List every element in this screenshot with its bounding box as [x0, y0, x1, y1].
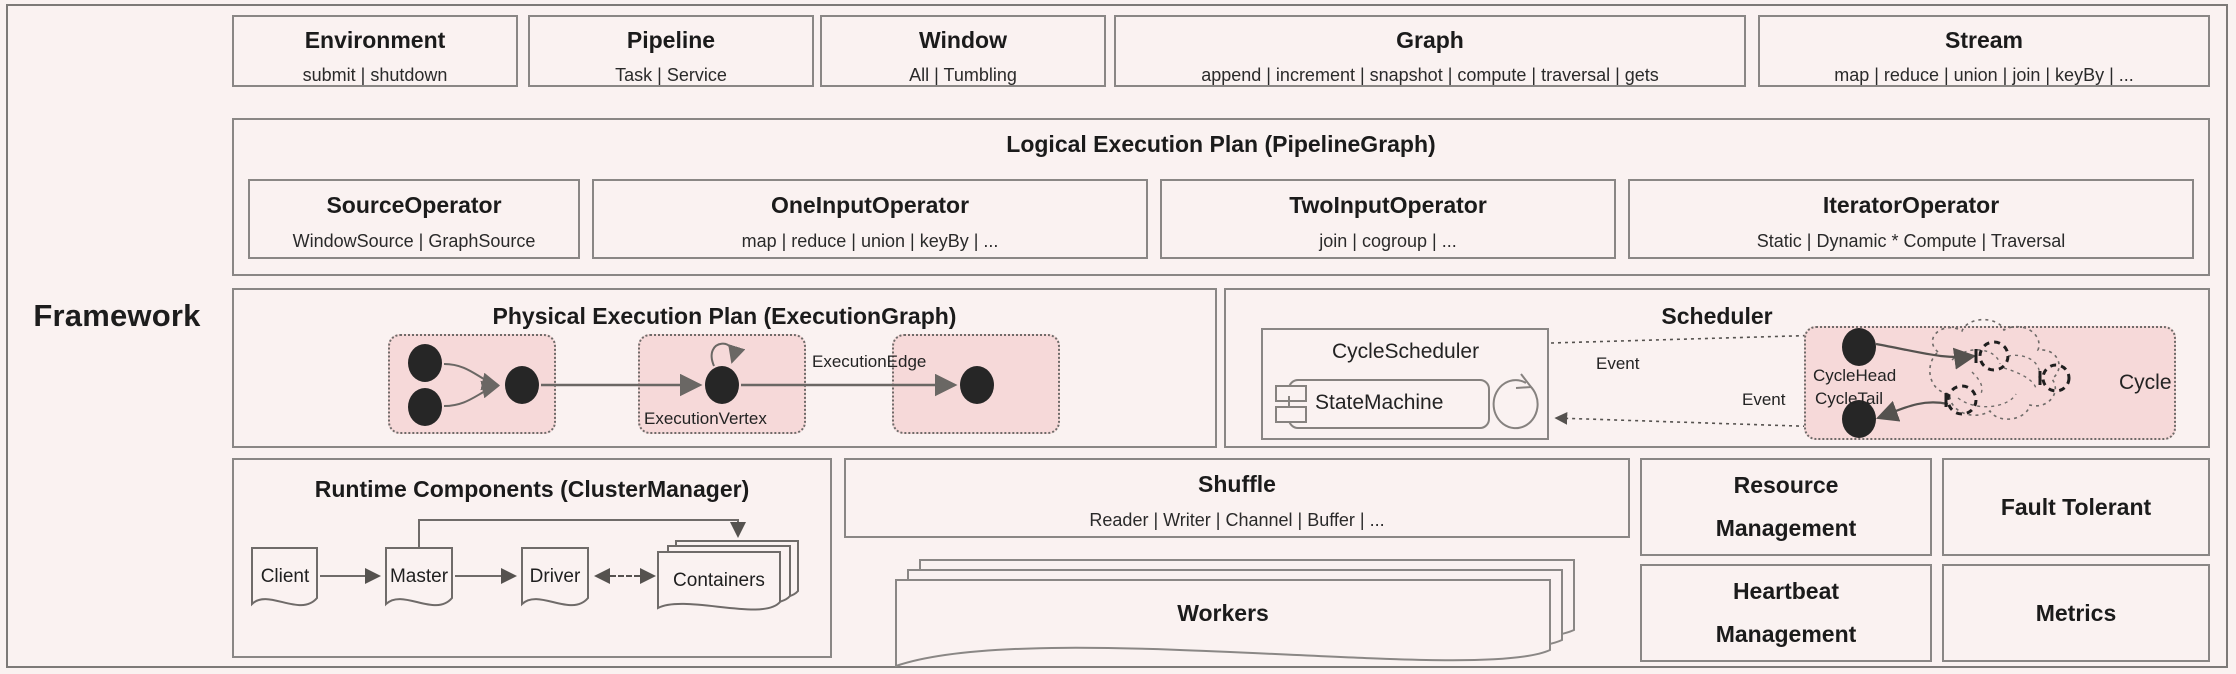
card-line-1: Metrics	[2035, 599, 2117, 626]
card-line-2: Management	[1715, 621, 1857, 647]
runtime-node-label: Containers	[673, 570, 765, 591]
state-machine-tab-connector	[1288, 396, 1290, 408]
operator-title: SourceOperator	[326, 192, 502, 218]
operator-title: TwoInputOperator	[1289, 192, 1487, 218]
logical-execution-plan-title: Logical Execution Plan (PipelineGraph)	[1006, 131, 1436, 157]
api-card-subtitle: submit | shutdown	[302, 65, 448, 85]
api-card-title: Pipeline	[626, 27, 716, 53]
runtime-node-label: Driver	[529, 566, 581, 587]
operator-title: IteratorOperator	[1822, 192, 2000, 218]
api-card-title: Window	[919, 27, 1007, 53]
api-card-subtitle: All | Tumbling	[909, 65, 1017, 85]
api-card-environment[interactable]: Environment submit | shutdown	[232, 15, 518, 87]
operator-subtitle: map | reduce | union | keyBy | ...	[741, 231, 999, 251]
state-machine-label: StateMachine	[1315, 391, 1444, 414]
runtime-components-title: Runtime Components (ClusterManager)	[314, 476, 750, 502]
execution-vertex-label: ExecutionVertex	[644, 409, 767, 428]
framework-label: Framework	[33, 298, 201, 333]
api-card-title: Graph	[1396, 27, 1464, 53]
runtime-node-label: Client	[260, 566, 310, 587]
execution-vertex-node	[408, 344, 442, 382]
workers-title: Workers	[1177, 600, 1269, 626]
cycle-tail-label: CycleTail	[1815, 389, 1884, 408]
operator-title: OneInputOperator	[770, 192, 970, 218]
scheduler-event-label-top: Event	[1596, 354, 1640, 373]
api-card-subtitle: append | increment | snapshot | compute …	[1201, 65, 1659, 85]
api-card-title: Environment	[304, 27, 446, 53]
card-line-1: Fault Tolerant	[2000, 493, 2152, 520]
operator-subtitle: WindowSource | GraphSource	[292, 231, 536, 251]
api-card-title: Stream	[1945, 27, 2023, 53]
api-card-pipeline[interactable]: Pipeline Task | Service	[528, 15, 814, 87]
operator-card-oneinput[interactable]: OneInputOperator map | reduce | union | …	[592, 179, 1148, 259]
shuffle-card[interactable]: Shuffle Reader | Writer | Channel | Buff…	[844, 458, 1630, 538]
api-card-subtitle: map | reduce | union | join | keyBy | ..…	[1834, 65, 2134, 85]
card-line-1: Heartbeat	[1732, 578, 1840, 604]
execution-edge-label: ExecutionEdge	[812, 352, 927, 371]
state-machine-tab-bottom	[1275, 406, 1307, 423]
heartbeat-management-card[interactable]: Heartbeat Management	[1640, 564, 1932, 662]
api-card-window[interactable]: Window All | Tumbling	[820, 15, 1106, 87]
runtime-node-label: Master	[389, 566, 449, 587]
api-card-graph[interactable]: Graph append | increment | snapshot | co…	[1114, 15, 1746, 87]
cycle-scheduler-label: CycleScheduler	[1332, 340, 1480, 363]
api-card-subtitle: Task | Service	[615, 65, 727, 85]
diagram-canvas: Framework Environment submit | shutdown …	[0, 0, 2236, 674]
fault-tolerant-card[interactable]: Fault Tolerant	[1942, 458, 2210, 556]
operator-card-iterator[interactable]: IteratorOperator Static | Dynamic * Comp…	[1628, 179, 2194, 259]
execution-vertex-node	[505, 366, 539, 404]
execution-vertex-node	[408, 388, 442, 426]
cycle-head-node	[1842, 328, 1876, 366]
operator-card-source[interactable]: SourceOperator WindowSource | GraphSourc…	[248, 179, 580, 259]
execution-vertex-node	[705, 366, 739, 404]
shuffle-subtitle: Reader | Writer | Channel | Buffer | ...	[1089, 510, 1385, 530]
card-line-2: Management	[1715, 515, 1857, 541]
resource-management-card[interactable]: Resource Management	[1640, 458, 1932, 556]
state-machine-tab-top	[1275, 385, 1307, 402]
physical-execution-plan-title: Physical Execution Plan (ExecutionGraph)	[492, 303, 957, 329]
card-line-1: Resource	[1733, 472, 1839, 498]
operator-subtitle: join | cogroup | ...	[1319, 231, 1457, 251]
cycle-label: Cycle	[2119, 371, 2172, 394]
scheduler-event-label-bottom: Event	[1742, 390, 1786, 409]
operator-card-twoinput[interactable]: TwoInputOperator join | cogroup | ...	[1160, 179, 1616, 259]
metrics-card[interactable]: Metrics	[1942, 564, 2210, 662]
shuffle-title: Shuffle	[1198, 471, 1276, 497]
cycle-head-label: CycleHead	[1813, 366, 1897, 385]
operator-subtitle: Static | Dynamic * Compute | Traversal	[1756, 231, 2066, 251]
execution-vertex-node	[960, 366, 994, 404]
api-card-stream[interactable]: Stream map | reduce | union | join | key…	[1758, 15, 2210, 87]
